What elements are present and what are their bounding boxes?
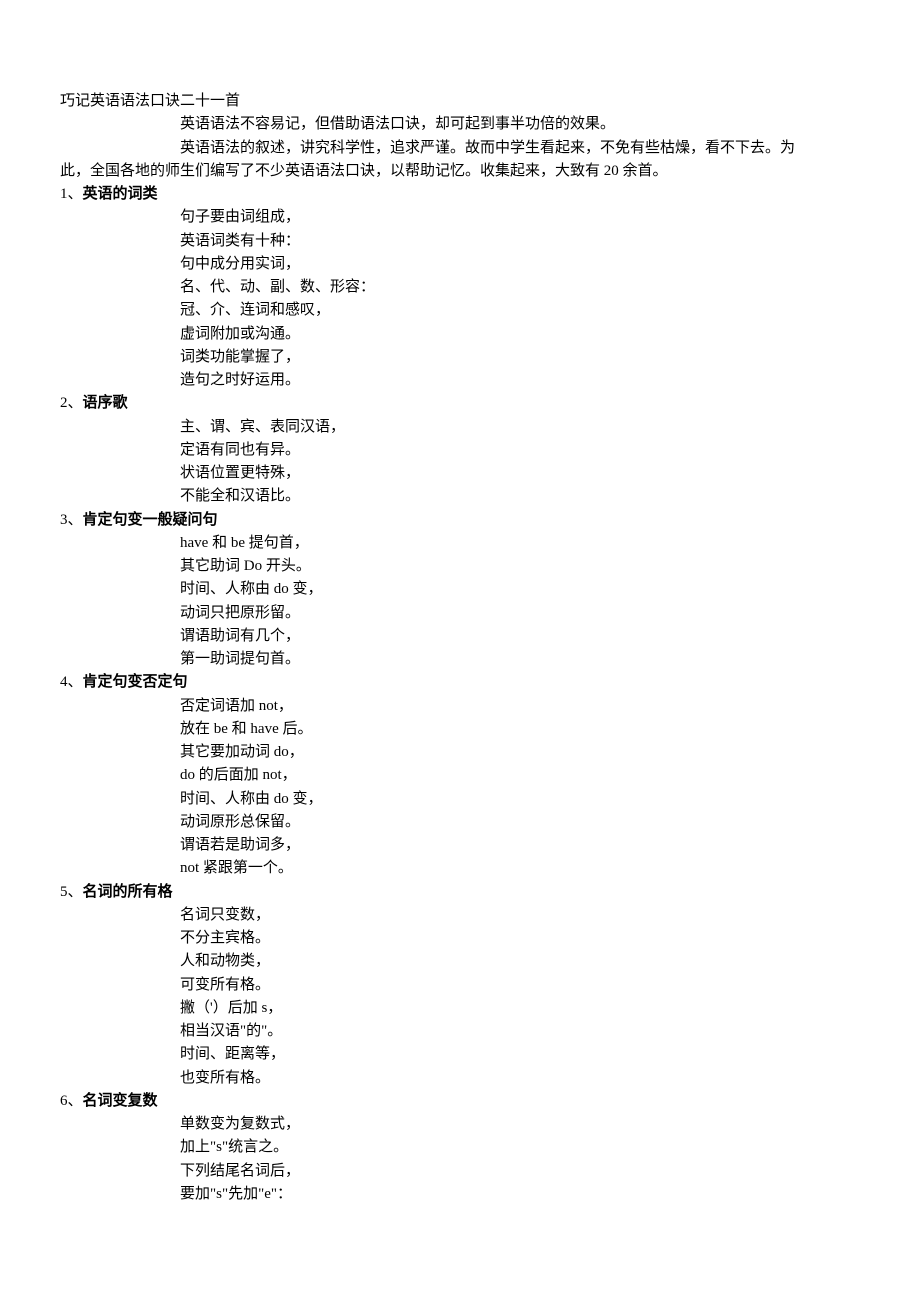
verse-line: do 的后面加 not， [60,764,860,787]
verse-line: have 和 be 提句首， [60,532,860,555]
verse-line: 相当汉语"的"。 [60,1020,860,1043]
section-title: 肯定句变一般疑问句 [83,512,218,528]
intro-text-3: 此，全国各地的师生们编写了不少英语语法口诀，以帮助记忆。收集起来，大致有 20 … [60,160,860,183]
intro-text-2: 英语语法的叙述，讲究科学性，追求严谨。故而中学生看起来，不免有些枯燥，看不下去。… [60,137,860,160]
verse-line: 放在 be 和 have 后。 [60,718,860,741]
verse-line: 人和动物类， [60,950,860,973]
section-number: 1、 [60,186,83,202]
document-title: 巧记英语语法口诀二十一首 [60,90,860,113]
section-title: 肯定句变否定句 [83,674,188,690]
verse-line: 句子要由词组成， [60,206,860,229]
verse-line: 名、代、动、副、数、形容： [60,276,860,299]
verse-line: 否定词语加 not， [60,695,860,718]
verse-line: 状语位置更特殊， [60,462,860,485]
verse-line: 下列结尾名词后， [60,1160,860,1183]
intro-text-1: 英语语法不容易记，但借助语法口诀，却可起到事半功倍的效果。 [60,113,860,136]
verse-line: 其它要加动词 do， [60,741,860,764]
verse-line: 虚词附加或沟通。 [60,323,860,346]
verse-line: 不能全和汉语比。 [60,485,860,508]
section-number: 5、 [60,884,83,900]
verse-line: 造句之时好运用。 [60,369,860,392]
section-heading: 1、英语的词类 [60,183,860,206]
verse-line: not 紧跟第一个。 [60,857,860,880]
verse-line: 冠、介、连词和感叹， [60,299,860,322]
verse-line: 动词只把原形留。 [60,602,860,625]
verse-line: 英语词类有十种： [60,230,860,253]
verse-line: 加上"s"统言之。 [60,1136,860,1159]
verse-line: 其它助词 Do 开头。 [60,555,860,578]
verse-line: 句中成分用实词， [60,253,860,276]
section-number: 3、 [60,512,83,528]
section-number: 2、 [60,395,83,411]
section-title: 名词的所有格 [83,884,173,900]
section-heading: 2、语序歌 [60,392,860,415]
section-title: 语序歌 [83,395,128,411]
verse-line: 主、谓、宾、表同汉语， [60,416,860,439]
verse-line: 谓语若是助词多， [60,834,860,857]
verse-line: 定语有同也有异。 [60,439,860,462]
section-number: 4、 [60,674,83,690]
section-heading: 5、名词的所有格 [60,881,860,904]
verse-line: 撇（'）后加 s， [60,997,860,1020]
verse-line: 谓语助词有几个， [60,625,860,648]
verse-line: 时间、人称由 do 变， [60,578,860,601]
verse-line: 可变所有格。 [60,974,860,997]
section-title: 名词变复数 [83,1093,158,1109]
verse-line: 要加"s"先加"e"： [60,1183,860,1206]
verse-line: 名词只变数， [60,904,860,927]
verse-line: 第一助词提句首。 [60,648,860,671]
section-heading: 4、肯定句变否定句 [60,671,860,694]
verse-line: 时间、距离等， [60,1043,860,1066]
section-title: 英语的词类 [83,186,158,202]
verse-line: 动词原形总保留。 [60,811,860,834]
verse-line: 不分主宾格。 [60,927,860,950]
section-heading: 6、名词变复数 [60,1090,860,1113]
section-number: 6、 [60,1093,83,1109]
verse-line: 也变所有格。 [60,1067,860,1090]
verse-line: 单数变为复数式， [60,1113,860,1136]
section-heading: 3、肯定句变一般疑问句 [60,509,860,532]
verse-line: 时间、人称由 do 变， [60,788,860,811]
verse-line: 词类功能掌握了， [60,346,860,369]
